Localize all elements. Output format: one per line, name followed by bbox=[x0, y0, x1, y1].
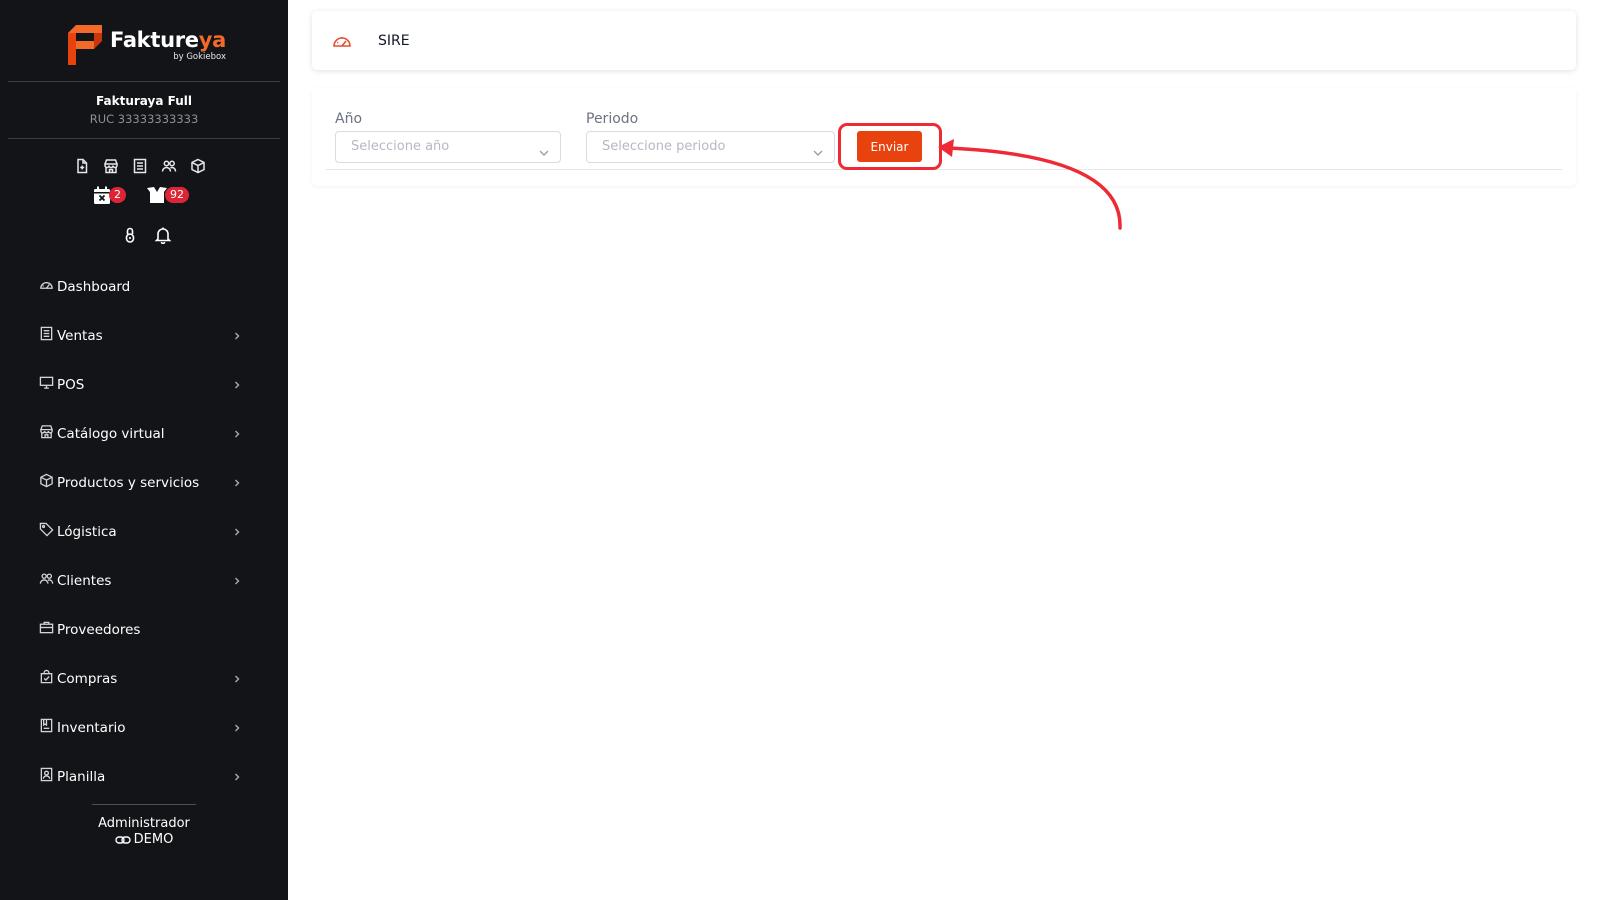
briefcase-icon bbox=[39, 620, 54, 635]
sidebar-item-label: Dashboard bbox=[57, 278, 131, 295]
send-button[interactable]: Enviar bbox=[857, 131, 922, 162]
sidebar-divider bbox=[8, 81, 280, 82]
page-header: SIRE bbox=[312, 11, 1576, 70]
id-card-icon bbox=[39, 767, 54, 782]
gauge-icon bbox=[332, 32, 352, 48]
demo-label: DEMO bbox=[133, 832, 174, 847]
chevron-right-icon bbox=[232, 770, 242, 781]
period-field: Periodo Seleccione periodo bbox=[586, 110, 835, 163]
packages-count-badge: 92 bbox=[165, 187, 189, 203]
sidebar-nav: Dashboard Ventas POS Catálogo virtual Pr… bbox=[0, 262, 288, 801]
company-ruc: RUC 33333333333 bbox=[89, 112, 199, 126]
chevron-down-icon bbox=[812, 141, 824, 156]
brand-mark-icon bbox=[68, 25, 102, 65]
period-placeholder: Seleccione periodo bbox=[602, 139, 726, 154]
monitor-icon bbox=[39, 375, 54, 390]
brand-byline: by Gokiebox bbox=[173, 51, 227, 62]
store-icon[interactable] bbox=[103, 158, 119, 174]
sidebar-item-ventas[interactable]: Ventas bbox=[0, 311, 288, 360]
bell-icon[interactable] bbox=[154, 226, 172, 248]
user-role: Administrador bbox=[98, 816, 190, 831]
chevron-right-icon bbox=[232, 329, 242, 340]
page-title: SIRE bbox=[378, 33, 410, 49]
chevron-right-icon bbox=[232, 672, 242, 683]
sidebar-item-proveedores[interactable]: Proveedores bbox=[0, 605, 288, 654]
company-name: Fakturaya Full bbox=[96, 94, 192, 108]
receipt-icon bbox=[39, 326, 54, 341]
sidebar: Faktureya by Gokiebox Fakturaya Full RUC… bbox=[0, 0, 288, 900]
sidebar-item-logistica[interactable]: Lógistica bbox=[0, 507, 288, 556]
box-icon[interactable] bbox=[190, 158, 206, 174]
package-alerts[interactable]: 92 bbox=[146, 185, 189, 205]
brand-name: Faktureya bbox=[110, 27, 227, 52]
lock-icon[interactable] bbox=[121, 226, 139, 248]
year-select[interactable]: Seleccione año bbox=[335, 131, 561, 163]
user-actions bbox=[121, 226, 172, 248]
calendar-alerts[interactable]: 2 bbox=[92, 185, 126, 205]
quick-actions bbox=[74, 158, 206, 174]
gauge-icon bbox=[39, 277, 54, 292]
sidebar-item-dashboard[interactable]: Dashboard bbox=[0, 262, 288, 311]
receipt-icon[interactable] bbox=[132, 158, 148, 174]
sidebar-item-label: POS bbox=[57, 376, 85, 393]
notification-badges: 2 92 bbox=[92, 185, 189, 205]
sidebar-item-catalogo-virtual[interactable]: Catálogo virtual bbox=[0, 409, 288, 458]
sidebar-item-label: Inventario bbox=[57, 719, 126, 736]
chevron-right-icon bbox=[232, 427, 242, 438]
chevron-down-icon bbox=[538, 141, 550, 156]
sidebar-item-pos[interactable]: POS bbox=[0, 360, 288, 409]
sidebar-item-label: Clientes bbox=[57, 572, 112, 589]
year-placeholder: Seleccione año bbox=[351, 139, 450, 154]
period-label: Periodo bbox=[586, 111, 639, 127]
sidebar-item-clientes[interactable]: Clientes bbox=[0, 556, 288, 605]
users-icon[interactable] bbox=[161, 158, 177, 174]
chevron-right-icon bbox=[232, 378, 242, 389]
sidebar-item-label: Ventas bbox=[57, 327, 103, 344]
footer-divider bbox=[92, 804, 196, 805]
chevron-right-icon bbox=[232, 525, 242, 536]
chevron-right-icon bbox=[232, 721, 242, 732]
sidebar-item-label: Compras bbox=[57, 670, 118, 687]
sidebar-item-compras[interactable]: Compras bbox=[0, 654, 288, 703]
company-info: Fakturaya Full RUC 33333333333 bbox=[0, 93, 288, 128]
annotation-arrow-icon bbox=[938, 139, 1122, 230]
sidebar-item-planilla[interactable]: Planilla bbox=[0, 752, 288, 801]
file-plus-icon[interactable] bbox=[74, 158, 90, 174]
sidebar-item-label: Catálogo virtual bbox=[57, 425, 165, 442]
sidebar-item-label: Proveedores bbox=[57, 621, 141, 638]
brand-logo[interactable]: Faktureya by Gokiebox bbox=[68, 24, 226, 66]
sidebar-item-productos-y-servicios[interactable]: Productos y servicios bbox=[0, 458, 288, 507]
year-label: Año bbox=[335, 111, 363, 127]
demo-mode: DEMO bbox=[114, 832, 174, 848]
period-select[interactable]: Seleccione periodo bbox=[586, 131, 835, 163]
sidebar-item-label: Productos y servicios bbox=[57, 474, 200, 491]
sidebar-item-inventario[interactable]: Inventario bbox=[0, 703, 288, 752]
chevron-right-icon bbox=[232, 574, 242, 585]
users-icon bbox=[39, 571, 54, 586]
sidebar-item-label: Lógistica bbox=[57, 523, 117, 540]
sidebar-divider bbox=[8, 138, 280, 139]
link-icon bbox=[114, 836, 131, 844]
bag-check-icon bbox=[39, 669, 54, 684]
user-footer: Administrador DEMO bbox=[0, 816, 288, 850]
year-field: Año Seleccione año bbox=[335, 110, 561, 163]
tag-icon bbox=[39, 522, 54, 537]
sidebar-item-label: Planilla bbox=[57, 768, 106, 785]
chevron-right-icon bbox=[232, 476, 242, 487]
book-icon bbox=[39, 718, 54, 733]
store-icon bbox=[39, 424, 54, 439]
box-icon bbox=[39, 473, 54, 488]
calendar-count-badge: 2 bbox=[109, 187, 126, 203]
